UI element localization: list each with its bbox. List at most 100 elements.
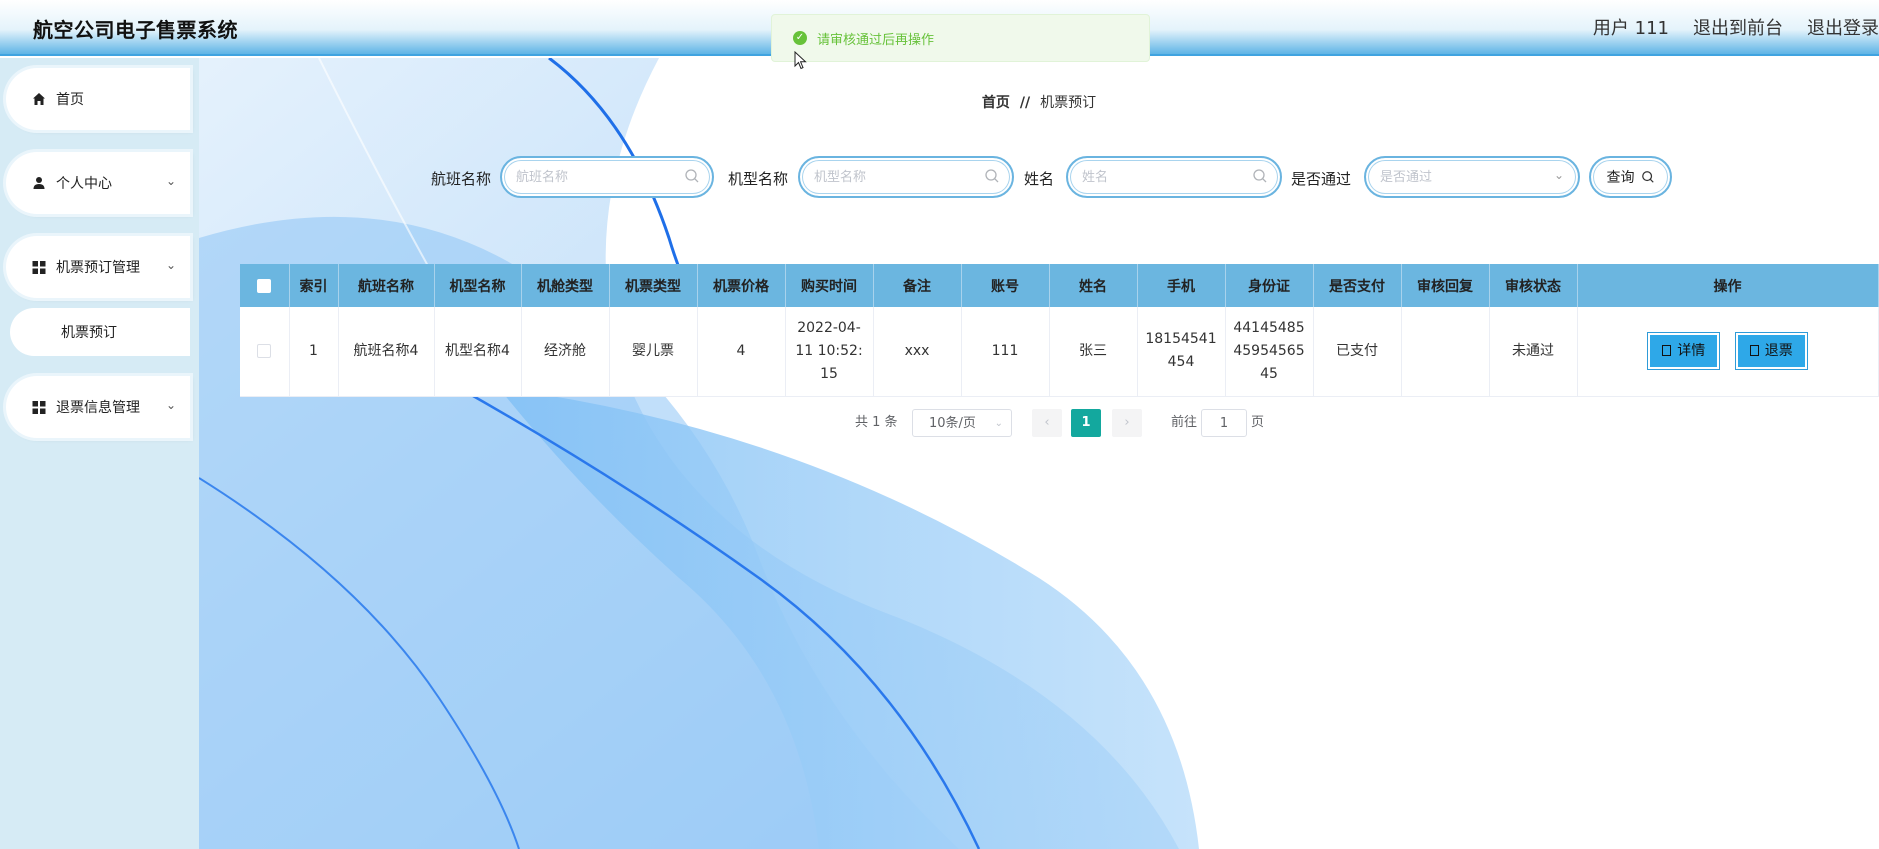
chevron-down-icon: ⌄: [165, 258, 176, 272]
search-icon: [1641, 171, 1654, 183]
cell-name: 张三: [1049, 307, 1138, 397]
sidebar-subitem-booking[interactable]: 机票预订: [10, 308, 190, 356]
booking-table: 索引 航班名称 机型名称 机舱类型 机票类型 机票价格 购买时间 备注 账号 姓…: [240, 264, 1879, 397]
column-header: 购买时间: [785, 264, 874, 307]
user-label[interactable]: 用户 111: [1593, 14, 1669, 40]
logout-link[interactable]: 退出登录: [1807, 14, 1879, 40]
sidebar-item-personal[interactable]: 个人中心 ⌄: [6, 152, 190, 214]
sidebar-item-home[interactable]: 首页: [6, 68, 190, 130]
refund-button[interactable]: 退票: [1735, 333, 1807, 370]
toast-message: ✓ 请审核通过后再操作: [771, 14, 1150, 62]
goto-page-input[interactable]: 1: [1201, 409, 1247, 437]
mouse-cursor-icon: [794, 51, 807, 70]
name-label: 姓名: [1024, 170, 1055, 188]
time-line: 15: [820, 365, 838, 382]
query-button[interactable]: 查询: [1589, 156, 1672, 198]
chevron-down-icon: ⌄: [1553, 168, 1564, 182]
flight-name-input[interactable]: [516, 167, 666, 187]
column-header: 索引: [289, 264, 339, 307]
cell-phone: 18154541 454: [1137, 307, 1226, 397]
flight-name-field[interactable]: [500, 156, 714, 198]
breadcrumb-home[interactable]: 首页: [982, 95, 1010, 111]
breadcrumb: 首页 // 机票预订: [199, 92, 1879, 112]
column-header: 审核回复: [1401, 264, 1490, 307]
query-button-label: 查询: [1606, 170, 1635, 186]
passed-select[interactable]: ⌄: [1364, 156, 1580, 198]
pagination: 共 1 条 10条/页 ⌄ ‹ 1 › 前往 1 页: [199, 409, 1879, 437]
user-icon: [33, 177, 45, 189]
sidebar-item-label: 退票信息管理: [56, 400, 140, 416]
sidebar-item-label: 个人中心: [56, 176, 112, 192]
phone-line: 454: [1167, 354, 1195, 371]
model-name-label: 机型名称: [728, 170, 789, 188]
column-header: 备注: [873, 264, 962, 307]
page-size-select[interactable]: 10条/页 ⌄: [912, 409, 1012, 437]
column-header: 机票价格: [697, 264, 786, 307]
cell-remark: xxx: [873, 307, 962, 397]
row-checkbox[interactable]: [257, 343, 272, 358]
id-line: 45954565: [1233, 342, 1305, 359]
phone-line: 18154541: [1145, 331, 1217, 348]
detail-button-label: 详情: [1677, 343, 1706, 360]
cell-model: 机型名称4: [434, 307, 522, 397]
total-count: 共 1 条: [855, 415, 898, 430]
column-header: 手机: [1137, 264, 1226, 307]
cell-ticket-type: 婴儿票: [609, 307, 698, 397]
page-number-current[interactable]: 1: [1071, 409, 1101, 437]
app-title: 航空公司电子售票系统: [33, 18, 238, 42]
cell-index: 1: [289, 307, 339, 397]
home-icon: [33, 93, 45, 105]
name-input[interactable]: [1082, 167, 1232, 187]
breadcrumb-separator: //: [1019, 95, 1031, 111]
sidebar: 首页 个人中心 ⌄ 机票预订管理 ⌄ 机票预订 退票信息管理 ⌄: [0, 58, 199, 849]
chevron-down-icon: ⌄: [165, 174, 176, 188]
document-icon: [1662, 345, 1672, 357]
next-page-button[interactable]: ›: [1112, 409, 1142, 437]
cell-paid: 已支付: [1313, 307, 1402, 397]
column-header: 机舱类型: [521, 264, 610, 307]
cell-actions: 详情 退票: [1577, 307, 1879, 397]
passed-select-input[interactable]: [1380, 167, 1530, 187]
sidebar-item-booking-mgmt[interactable]: 机票预订管理 ⌄: [6, 236, 190, 298]
search-bar: 航班名称 机型名称 姓名 是否通过 ⌄ 查询: [199, 156, 1879, 198]
success-check-icon: ✓: [793, 31, 807, 45]
column-header: 操作: [1577, 264, 1879, 307]
column-header: 航班名称: [338, 264, 435, 307]
grid-icon: [32, 400, 46, 414]
table-header-row: 索引 航班名称 机型名称 机舱类型 机票类型 机票价格 购买时间 备注 账号 姓…: [240, 264, 1879, 307]
cell-status: 未通过: [1489, 307, 1578, 397]
id-line: 45: [1260, 365, 1278, 382]
chevron-down-icon: ⌄: [994, 418, 1003, 429]
prev-page-button[interactable]: ‹: [1032, 409, 1062, 437]
column-header: 机票类型: [609, 264, 698, 307]
name-field[interactable]: [1066, 156, 1282, 198]
sidebar-item-refund-mgmt[interactable]: 退票信息管理 ⌄: [6, 376, 190, 438]
column-header: 姓名: [1049, 264, 1138, 307]
header-links: 用户 111 退出到前台 退出登录: [1593, 14, 1879, 40]
cell-cabin: 经济舱: [521, 307, 610, 397]
table-row: 1 航班名称4 机型名称4 经济舱 婴儿票 4 2022-04- 11 10:5…: [240, 307, 1879, 397]
cell-reply: [1401, 307, 1490, 397]
passed-label: 是否通过: [1291, 170, 1352, 188]
model-name-field[interactable]: [798, 156, 1014, 198]
search-icon: [1253, 169, 1267, 183]
back-to-front-link[interactable]: 退出到前台: [1693, 14, 1783, 40]
sidebar-item-label: 机票预订管理: [56, 260, 140, 276]
id-line: 44145485: [1233, 319, 1305, 336]
cell-account: 111: [961, 307, 1050, 397]
select-all-checkbox[interactable]: [257, 278, 272, 293]
breadcrumb-current: 机票预订: [1040, 95, 1097, 111]
main-content: 首页 // 机票预订 航班名称 机型名称 姓名 是否通过 ⌄ 查询: [199, 58, 1879, 849]
cell-flight: 航班名称4: [338, 307, 435, 397]
search-icon: [685, 169, 699, 183]
column-header: 审核状态: [1489, 264, 1578, 307]
model-name-input[interactable]: [814, 167, 964, 187]
refund-button-label: 退票: [1764, 343, 1793, 360]
cell-purchase-time: 2022-04- 11 10:52: 15: [785, 307, 874, 397]
column-header: 账号: [961, 264, 1050, 307]
detail-button[interactable]: 详情: [1648, 333, 1720, 370]
search-icon: [985, 169, 999, 183]
column-header: 身份证: [1225, 264, 1314, 307]
grid-icon: [32, 260, 46, 274]
time-line: 11 10:52:: [795, 342, 863, 359]
